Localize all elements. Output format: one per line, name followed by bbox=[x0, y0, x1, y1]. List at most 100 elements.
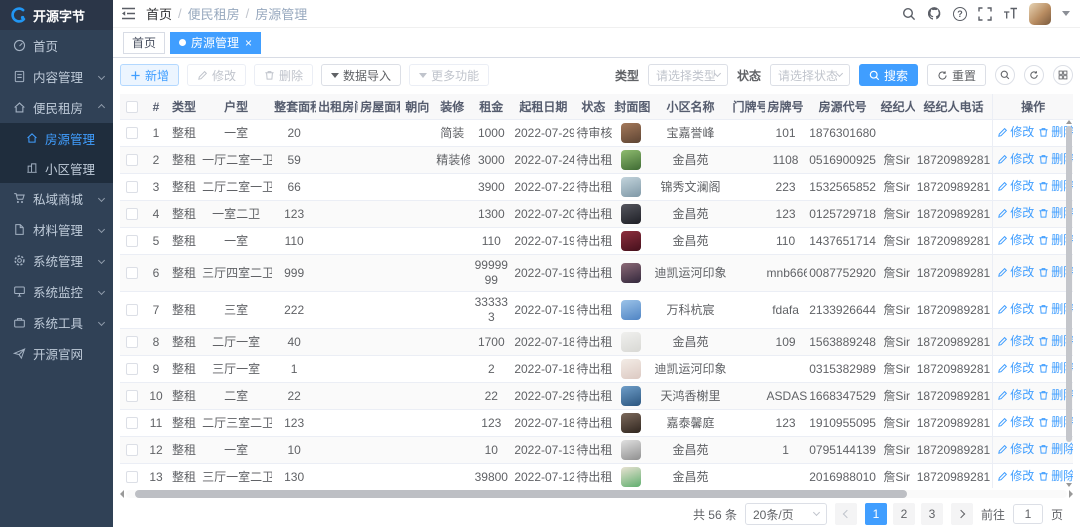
page-button-3[interactable]: 3 bbox=[921, 503, 943, 525]
scrollbar-thumb[interactable] bbox=[1066, 126, 1072, 442]
sidebar-item-label: 系统管理 bbox=[33, 251, 83, 270]
type-select[interactable]: 请选择类型 bbox=[648, 64, 728, 86]
scroll-up-icon[interactable] bbox=[1066, 120, 1072, 124]
fullscreen-icon[interactable] bbox=[978, 7, 992, 21]
hamburger-icon[interactable] bbox=[121, 7, 136, 20]
cover-image[interactable] bbox=[621, 386, 641, 406]
row-checkbox[interactable] bbox=[126, 471, 138, 483]
more-functions-button[interactable]: 更多功能 bbox=[409, 64, 489, 86]
search-icon[interactable] bbox=[902, 7, 916, 21]
edit-link[interactable]: 修改 bbox=[997, 233, 1034, 248]
data-import-button[interactable]: 数据导入 bbox=[321, 64, 401, 86]
cover-image[interactable] bbox=[621, 440, 641, 460]
sidebar-item-tools[interactable]: 系统工具 bbox=[0, 307, 113, 338]
row-checkbox[interactable] bbox=[126, 127, 138, 139]
sidebar-item-content[interactable]: 内容管理 bbox=[0, 61, 113, 92]
reset-button[interactable]: 重置 bbox=[927, 64, 986, 86]
row-checkbox[interactable] bbox=[126, 181, 138, 193]
sidebar-item-community-manage[interactable]: 小区管理 bbox=[0, 153, 113, 183]
row-checkbox[interactable] bbox=[126, 444, 138, 456]
row-checkbox[interactable] bbox=[126, 267, 138, 279]
caret-down-icon[interactable] bbox=[1062, 11, 1070, 16]
app-logo[interactable]: 开源字节 bbox=[0, 0, 113, 30]
scroll-down-icon[interactable] bbox=[1066, 483, 1072, 487]
page-size-select[interactable]: 20条/页 bbox=[745, 503, 827, 525]
font-size-icon[interactable] bbox=[1003, 7, 1018, 20]
edit-link[interactable]: 修改 bbox=[997, 388, 1034, 403]
edit-button[interactable]: 修改 bbox=[187, 64, 246, 86]
search-toggle-button[interactable] bbox=[995, 65, 1015, 85]
sidebar-item-rent[interactable]: 便民租房 bbox=[0, 92, 113, 123]
cover-image[interactable] bbox=[621, 300, 641, 320]
edit-link[interactable]: 修改 bbox=[997, 334, 1034, 349]
scrollbar-thumb[interactable] bbox=[135, 490, 907, 498]
status-select[interactable]: 请选择状态 bbox=[770, 64, 850, 86]
edit-icon bbox=[997, 235, 1008, 246]
cover-image[interactable] bbox=[621, 177, 641, 197]
page-button-2[interactable]: 2 bbox=[893, 503, 915, 525]
sidebar-item-home[interactable]: 首页 bbox=[0, 30, 113, 61]
edit-link[interactable]: 修改 bbox=[997, 265, 1034, 280]
column-header-agent: 经纪人 bbox=[879, 94, 915, 120]
delete-button[interactable]: 删除 bbox=[254, 64, 313, 86]
search-button[interactable]: 搜索 bbox=[859, 64, 918, 86]
row-checkbox[interactable] bbox=[126, 336, 138, 348]
row-checkbox[interactable] bbox=[126, 235, 138, 247]
vertical-scrollbar[interactable] bbox=[1064, 119, 1073, 488]
sidebar-item-shop[interactable]: 私域商城 bbox=[0, 183, 113, 214]
breadcrumb-item[interactable]: 便民租房 bbox=[188, 4, 240, 23]
edit-link[interactable]: 修改 bbox=[997, 415, 1034, 430]
cover-image[interactable] bbox=[621, 359, 641, 379]
horizontal-scrollbar[interactable] bbox=[120, 489, 1073, 498]
avatar[interactable] bbox=[1029, 3, 1051, 25]
select-all-checkbox[interactable] bbox=[126, 101, 138, 113]
cell-date: 2022-07-18 bbox=[512, 356, 574, 383]
scroll-left-icon[interactable] bbox=[120, 490, 124, 498]
github-icon[interactable] bbox=[927, 6, 942, 21]
goto-page-input[interactable] bbox=[1013, 504, 1043, 524]
cover-image[interactable] bbox=[621, 332, 641, 352]
cover-image[interactable] bbox=[621, 231, 641, 251]
sidebar-item-material[interactable]: 材料管理 bbox=[0, 214, 113, 245]
cover-image[interactable] bbox=[621, 150, 641, 170]
row-checkbox[interactable] bbox=[126, 390, 138, 402]
edit-link[interactable]: 修改 bbox=[997, 361, 1034, 376]
edit-link[interactable]: 修改 bbox=[997, 125, 1034, 140]
breadcrumb-item[interactable]: 首页 bbox=[146, 4, 172, 23]
row-checkbox[interactable] bbox=[126, 304, 138, 316]
cell-community: 嘉泰馨庭 bbox=[650, 410, 730, 437]
refresh-button[interactable] bbox=[1024, 65, 1044, 85]
sidebar-item-website[interactable]: 开源官网 bbox=[0, 338, 113, 369]
cell-layout: 一室 bbox=[200, 437, 272, 464]
edit-link[interactable]: 修改 bbox=[997, 206, 1034, 221]
prev-page-button[interactable] bbox=[835, 503, 857, 525]
edit-link[interactable]: 修改 bbox=[997, 302, 1034, 317]
edit-link[interactable]: 修改 bbox=[997, 442, 1034, 457]
row-checkbox[interactable] bbox=[126, 208, 138, 220]
cover-image[interactable] bbox=[621, 467, 641, 487]
close-icon[interactable]: × bbox=[245, 37, 252, 49]
tab-home[interactable]: 首页 bbox=[123, 32, 165, 54]
scroll-right-icon[interactable] bbox=[1069, 490, 1073, 498]
cover-image[interactable] bbox=[621, 123, 641, 143]
cell-door_no bbox=[731, 228, 765, 255]
add-button[interactable]: 新增 bbox=[120, 64, 179, 86]
sidebar-item-house-manage[interactable]: 房源管理 bbox=[0, 123, 113, 153]
help-icon[interactable]: ? bbox=[953, 7, 967, 21]
sidebar-item-system[interactable]: 系统管理 bbox=[0, 245, 113, 276]
sidebar-item-monitor[interactable]: 系统监控 bbox=[0, 276, 113, 307]
edit-link[interactable]: 修改 bbox=[997, 152, 1034, 167]
edit-link[interactable]: 修改 bbox=[997, 179, 1034, 194]
columns-toggle-button[interactable] bbox=[1053, 65, 1073, 85]
tab-house-manage[interactable]: 房源管理 × bbox=[170, 32, 261, 54]
cover-image[interactable] bbox=[621, 413, 641, 433]
row-checkbox[interactable] bbox=[126, 363, 138, 375]
next-page-button[interactable] bbox=[951, 503, 973, 525]
cover-image[interactable] bbox=[621, 204, 641, 224]
row-checkbox[interactable] bbox=[126, 417, 138, 429]
row-checkbox[interactable] bbox=[126, 154, 138, 166]
edit-link[interactable]: 修改 bbox=[997, 469, 1034, 484]
page-button-1[interactable]: 1 bbox=[865, 503, 887, 525]
top-navbar: 首页 / 便民租房 / 房源管理 ? bbox=[113, 0, 1080, 28]
cover-image[interactable] bbox=[621, 263, 641, 283]
